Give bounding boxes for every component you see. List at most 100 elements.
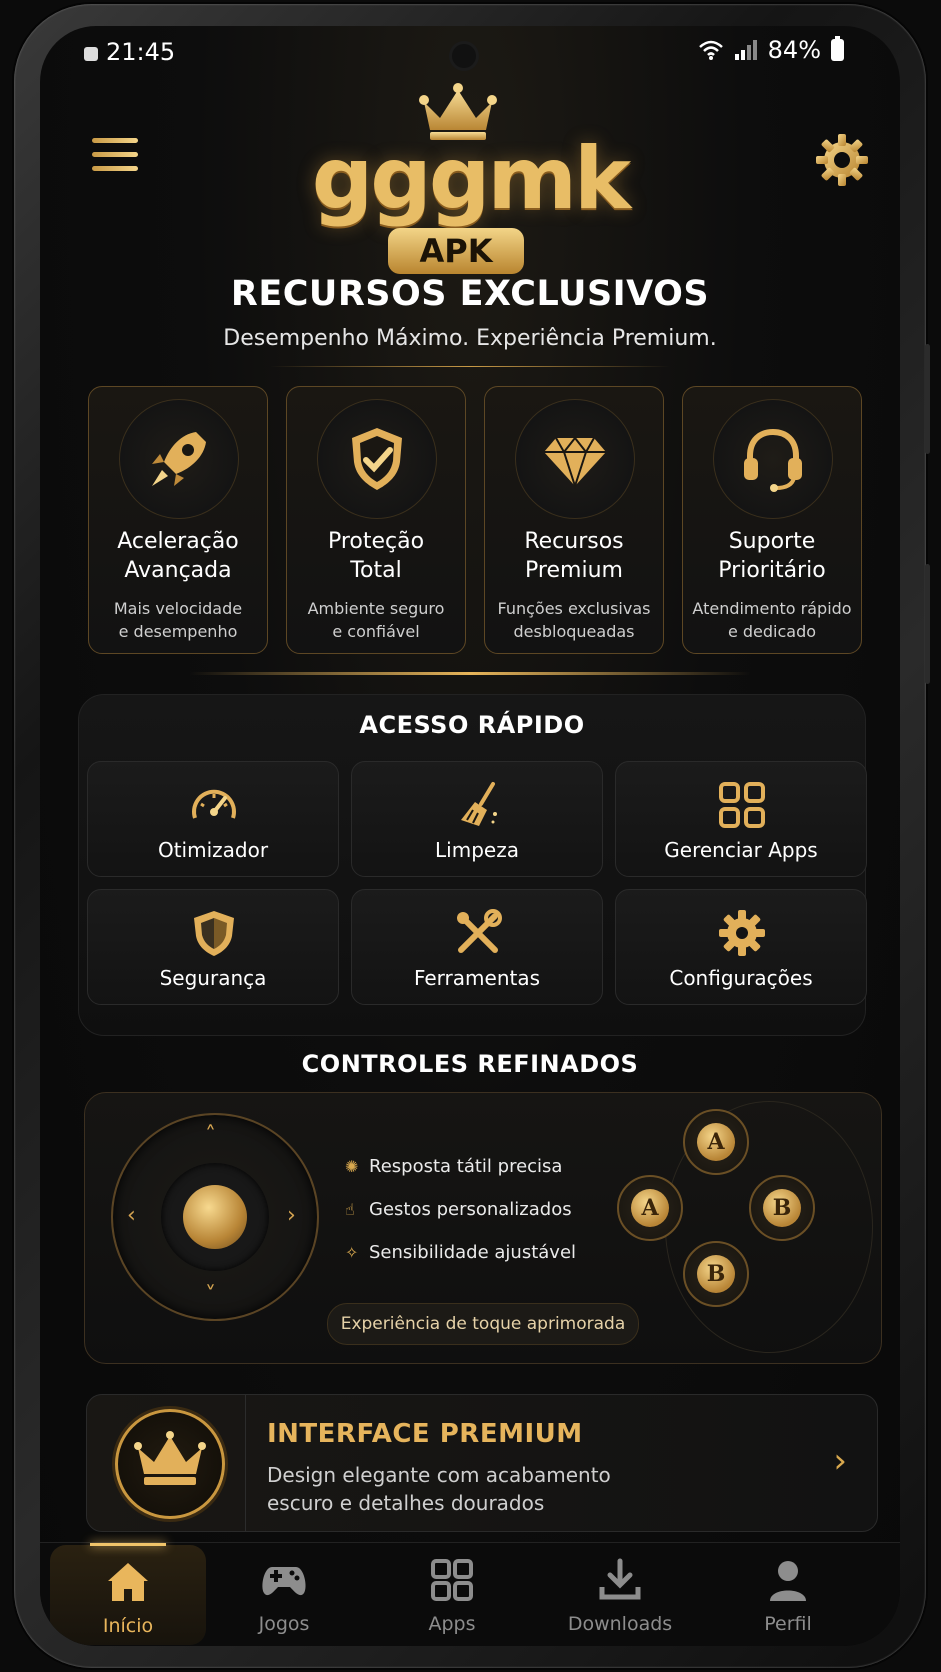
tools-icon [457, 909, 502, 953]
feature-card-support[interactable]: Suporte Prioritário Atendimento rápido e d… [682, 386, 862, 654]
quick-access-label: Configurações [669, 966, 813, 990]
premium-title: INTERFACE PREMIUM [267, 1419, 583, 1449]
controls-feature-list: ✺ Resposta tátil precisa ☝ Gestos personal… [345, 1145, 625, 1274]
quick-access-label: Otimizador [157, 838, 269, 862]
premium-interface-banner[interactable]: INTERFACE PREMIUM Design elegante com ac… [86, 1394, 878, 1532]
shield-icon [194, 911, 234, 956]
speedometer-icon [192, 789, 236, 819]
arrow-up-icon: ˄ [205, 1123, 216, 1148]
battery-percent: 84% [767, 36, 821, 64]
sensitivity-icon: ✧ [345, 1243, 359, 1262]
nav-apps[interactable]: Apps [374, 1543, 530, 1643]
status-right: 84% [698, 36, 844, 64]
front-camera [452, 44, 476, 68]
touch-experience-badge: Experiência de toque aprimorada [327, 1303, 639, 1345]
controls-title: CONTROLES REFINADOS [301, 1050, 639, 1078]
gesture-icon: ☝ [345, 1200, 355, 1219]
feature-card-acceleration[interactable]: Aceleração Avançada Mais velocidade e dese… [88, 386, 268, 654]
settings-gear-icon[interactable] [812, 130, 872, 190]
apps-grid-icon [719, 782, 765, 828]
quick-access-security[interactable]: Segurança [87, 889, 339, 1005]
notification-icon [84, 47, 98, 61]
quick-access-label: Limpeza [435, 838, 519, 862]
volume-button [925, 344, 930, 454]
home-icon [108, 1563, 148, 1601]
action-button-bottom[interactable]: B [683, 1241, 749, 1307]
feature-card-premium[interactable]: Recursos Premium Funções exclusivas desblo… [484, 386, 664, 654]
shield-check-icon [352, 428, 402, 490]
nav-label: Perfil [764, 1613, 812, 1635]
gamepad-icon [262, 1567, 306, 1596]
profile-icon [770, 1561, 806, 1601]
action-button-left[interactable]: A [617, 1175, 683, 1241]
download-icon [599, 1558, 641, 1600]
gear-icon [719, 910, 765, 956]
power-button [925, 564, 930, 684]
feature-icon-circle [713, 399, 833, 519]
virtual-joystick[interactable]: ˄ ˅ ‹ › [111, 1113, 319, 1321]
brand-name: gggmk [311, 129, 632, 229]
feature-description: Funções exclusivas desbloqueadas [497, 599, 651, 641]
phone-frame: 21:45 84% gggmk APK RECURSOS EXCLUSIVOS … [14, 4, 930, 1668]
gold-glow-divider [190, 672, 750, 675]
apps-icon [431, 1559, 473, 1601]
page-title: RECURSOS EXCLUSIVOS [230, 274, 710, 314]
feature-icon-circle [119, 399, 239, 519]
chevron-right-icon: › [833, 1441, 847, 1481]
headset-icon [744, 428, 802, 492]
status-bar: 21:45 84% [40, 26, 900, 78]
feature-icon-circle [515, 399, 635, 519]
arrow-left-icon: ‹ [127, 1203, 136, 1228]
quick-access-cleanup[interactable]: Limpeza [351, 761, 603, 877]
arrow-down-icon: ˅ [205, 1283, 216, 1308]
joystick-knob[interactable] [183, 1185, 247, 1249]
banner-divider [245, 1395, 246, 1531]
action-button-right[interactable]: B [749, 1175, 815, 1241]
feature-icon-circle [317, 399, 437, 519]
action-button-top[interactable]: A [683, 1109, 749, 1175]
divider [270, 366, 670, 367]
feature-title: Recursos Premium [524, 529, 624, 583]
feature-description: Atendimento rápido e dedicado [692, 599, 852, 641]
nav-profile[interactable]: Perfil [710, 1543, 866, 1643]
page-subtitle: Desempenho Máximo. Experiência Premium. [223, 326, 717, 351]
quick-access-panel: ACESSO RÁPIDO Otimizador Limpeza Gerenci… [78, 694, 867, 1036]
list-item: ✺ Resposta tátil precisa [345, 1156, 563, 1177]
feature-card-protection[interactable]: Proteção Total Ambiente seguro e confiável [286, 386, 466, 654]
rocket-icon [152, 432, 206, 486]
quick-access-label: Ferramentas [413, 966, 541, 990]
menu-icon[interactable] [92, 138, 138, 172]
app-screen: 21:45 84% gggmk APK RECURSOS EXCLUSIVOS … [40, 26, 900, 1646]
quick-access-label: Segurança [159, 966, 267, 990]
nav-games[interactable]: Jogos [206, 1543, 362, 1643]
feature-cards: Aceleração Avançada Mais velocidade e dese… [88, 386, 862, 656]
crown-medal [115, 1409, 225, 1519]
quick-access-settings[interactable]: Configurações [615, 889, 867, 1005]
list-item: ☝ Gestos personalizados [345, 1199, 572, 1220]
nav-home[interactable]: Início [50, 1543, 206, 1645]
nav-label: Início [102, 1615, 154, 1637]
app-logo: gggmk APK [270, 82, 670, 274]
crown-icon [134, 1431, 206, 1485]
feature-description: Ambiente seguro e confiável [307, 599, 445, 641]
quick-access-label: Gerenciar Apps [664, 838, 818, 862]
feature-description: Mais velocidade e desempenho [113, 599, 243, 641]
battery-icon [831, 36, 844, 61]
signal-icon [734, 40, 757, 60]
arrow-right-icon: › [287, 1203, 296, 1228]
list-item: ✧ Sensibilidade ajustável [345, 1242, 577, 1263]
quick-access-title: ACESSO RÁPIDO [359, 711, 585, 739]
quick-access-tools[interactable]: Ferramentas [351, 889, 603, 1005]
feature-title: Suporte Prioritário [718, 529, 826, 583]
nav-label: Jogos [258, 1613, 310, 1635]
broom-icon [461, 782, 497, 826]
touch-icon: ✺ [345, 1157, 359, 1176]
feature-title: Proteção Total [327, 529, 425, 583]
status-time: 21:45 [106, 38, 176, 66]
diamond-icon [544, 436, 606, 490]
quick-access-optimizer[interactable]: Otimizador [87, 761, 339, 877]
wifi-icon [698, 40, 723, 60]
nav-downloads[interactable]: Downloads [542, 1543, 698, 1643]
quick-access-manage-apps[interactable]: Gerenciar Apps [615, 761, 867, 877]
controls-panel: ˄ ˅ ‹ › ✺ Resposta tátil precisa ☝ Gestos … [84, 1092, 882, 1364]
